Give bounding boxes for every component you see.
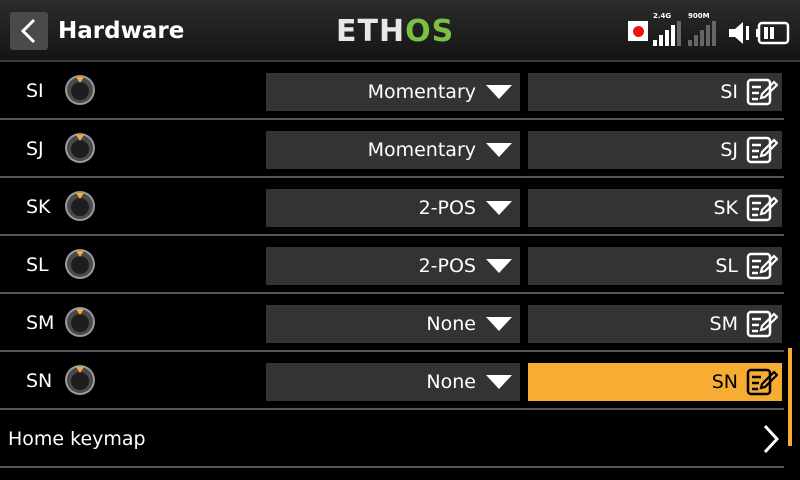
switch-mode-value: 2-POS xyxy=(418,255,476,277)
chevron-left-icon xyxy=(20,18,36,44)
switch-name-value: SL xyxy=(715,255,738,277)
switch-row-sl: SL 2-POS SL xyxy=(0,236,784,294)
switch-label: SL xyxy=(26,254,49,276)
switch-knob-icon xyxy=(65,191,95,221)
home-keymap-label: Home keymap xyxy=(8,428,146,450)
switch-mode-value: None xyxy=(426,371,476,393)
top-bar: Hardware ETHOS 2.4G 900M xyxy=(0,0,800,62)
switch-mode-dropdown[interactable]: Momentary xyxy=(266,131,520,169)
switch-label: SK xyxy=(26,196,51,218)
switch-label: SJ xyxy=(26,138,44,160)
switch-name-field[interactable]: SJ xyxy=(528,131,782,169)
dropdown-arrow-icon xyxy=(486,85,512,99)
switch-label: SM xyxy=(26,312,55,334)
switch-row-sn: SN None SN xyxy=(0,352,784,410)
signal-24g-icon: 2.4G xyxy=(653,12,683,46)
edit-icon xyxy=(746,310,778,338)
switch-knob-icon xyxy=(65,365,95,395)
switch-name-value: SJ xyxy=(720,139,738,161)
switch-mode-value: 2-POS xyxy=(418,197,476,219)
edit-icon xyxy=(746,136,778,164)
switch-knob-icon xyxy=(65,133,95,163)
dropdown-arrow-icon xyxy=(486,317,512,331)
switch-name-value: SI xyxy=(720,81,738,103)
dropdown-arrow-icon xyxy=(486,201,512,215)
switch-knob-icon xyxy=(65,307,95,337)
switch-row-sk: SK 2-POS SK xyxy=(0,178,784,236)
scrollbar[interactable] xyxy=(788,348,792,446)
record-icon xyxy=(628,21,648,41)
switch-mode-value: Momentary xyxy=(367,139,476,161)
dropdown-arrow-icon xyxy=(486,375,512,389)
home-keymap-item[interactable]: Home keymap xyxy=(0,410,784,468)
edit-icon xyxy=(746,368,778,396)
switch-mode-value: Momentary xyxy=(367,81,476,103)
switch-name-field[interactable]: SL xyxy=(528,247,782,285)
switch-mode-dropdown[interactable]: None xyxy=(266,363,520,401)
switch-row-si: SI Momentary SI xyxy=(0,62,784,120)
ethos-logo: ETHOS xyxy=(336,14,455,49)
switch-mode-dropdown[interactable]: 2-POS xyxy=(266,189,520,227)
switch-name-value: SM xyxy=(709,313,738,335)
switch-name-field[interactable]: SN xyxy=(528,363,782,401)
switch-mode-dropdown[interactable]: Momentary xyxy=(266,73,520,111)
switch-name-field[interactable]: SK xyxy=(528,189,782,227)
speaker-mute-icon xyxy=(729,22,749,44)
status-icons: 2.4G 900M xyxy=(628,12,792,46)
switch-name-value: SK xyxy=(713,197,738,219)
switch-name-field[interactable]: SM xyxy=(528,305,782,343)
back-button[interactable] xyxy=(10,12,48,50)
switch-row-sj: SJ Momentary SJ xyxy=(0,120,784,178)
switch-row-sm: SM None SM xyxy=(0,294,784,352)
switch-mode-dropdown[interactable]: None xyxy=(266,305,520,343)
switch-mode-dropdown[interactable]: 2-POS xyxy=(266,247,520,285)
edit-icon xyxy=(746,194,778,222)
switch-knob-icon xyxy=(65,75,95,105)
switch-knob-icon xyxy=(65,249,95,279)
chevron-right-icon xyxy=(763,424,780,454)
dropdown-arrow-icon xyxy=(486,143,512,157)
signal-900m-icon: 900M xyxy=(688,12,722,46)
switch-label: SI xyxy=(26,80,44,102)
switch-label: SN xyxy=(26,370,53,392)
switch-mode-value: None xyxy=(426,313,476,335)
dropdown-arrow-icon xyxy=(486,259,512,273)
page-title: Hardware xyxy=(58,18,185,44)
battery-icon xyxy=(756,21,790,45)
switch-name-field[interactable]: SI xyxy=(528,73,782,111)
edit-icon xyxy=(746,252,778,280)
switch-name-value: SN xyxy=(711,371,738,393)
edit-icon xyxy=(746,78,778,106)
